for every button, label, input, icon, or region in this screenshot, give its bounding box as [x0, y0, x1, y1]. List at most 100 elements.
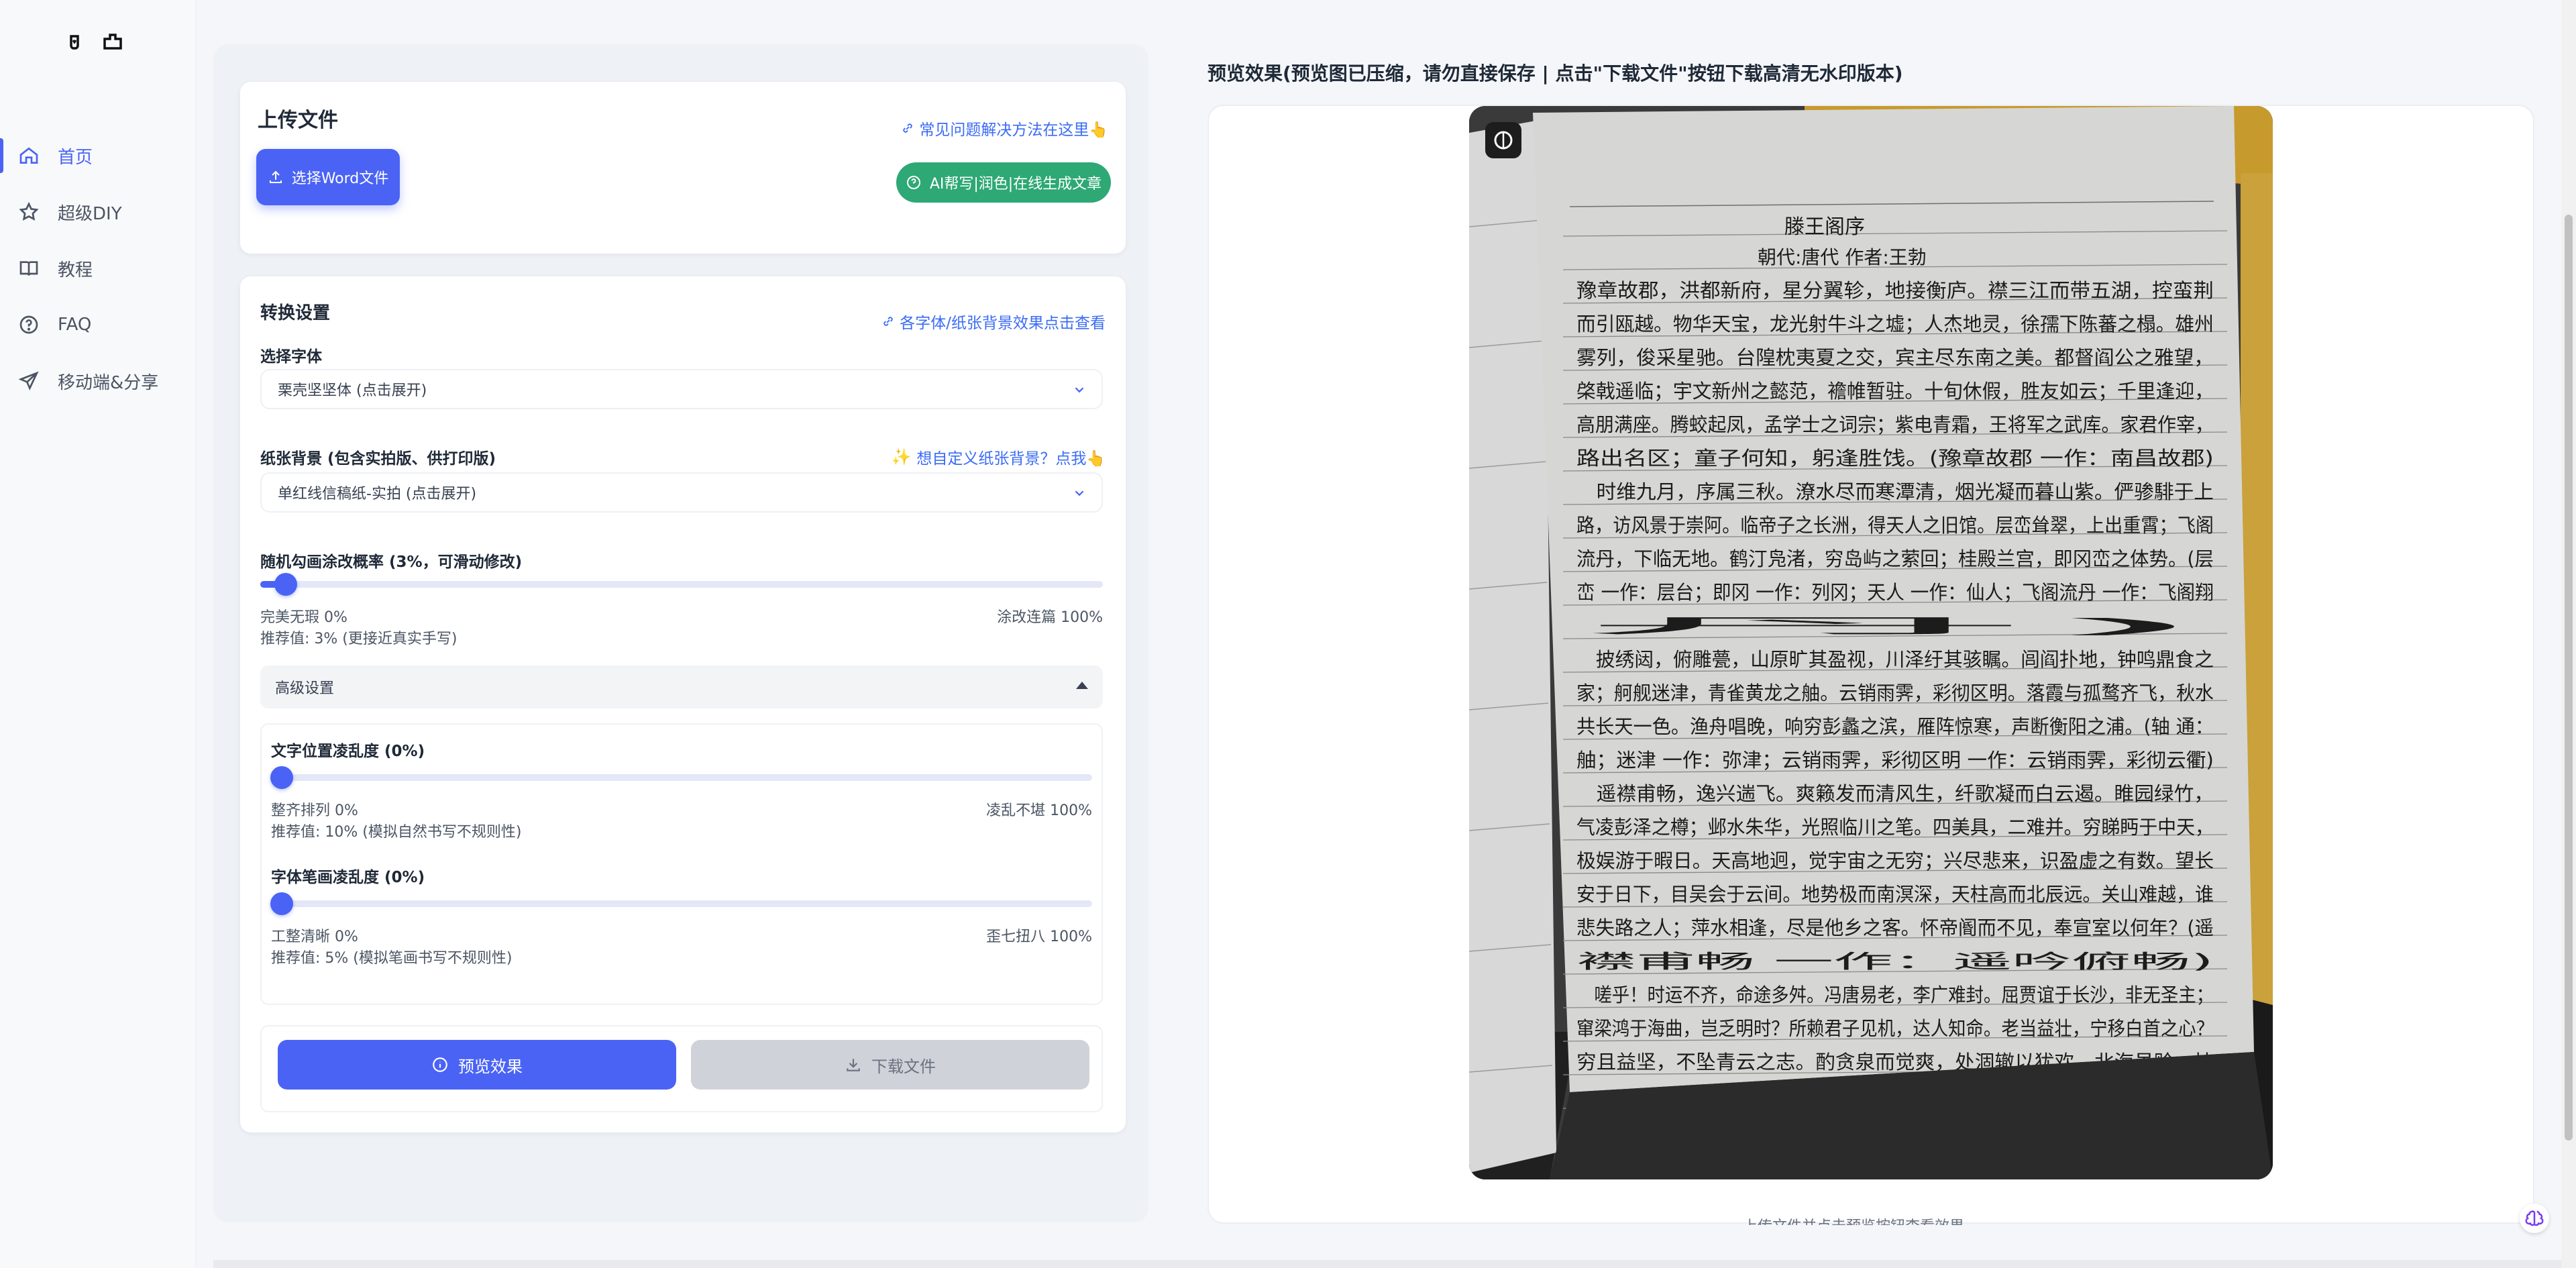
paper-select-value: 单红线信稿纸-实拍 (点击展开)	[278, 486, 477, 503]
sidebar-item-tutorial[interactable]: 教程	[0, 240, 196, 297]
custom-paper-link[interactable]: ✨ 想自定义纸张背景？点我👆	[891, 445, 1106, 468]
doc-text-line: 高朋满座。腾蛟起凤，孟学士之词宗；紫电青霜，王将军之武库。家君作宰，	[1576, 413, 2214, 436]
advanced-settings-panel: 文字位置凌乱度 (0%) 整齐排列 0% 凌乱不堪 100% 推荐值: 10% …	[260, 723, 1103, 1005]
book-icon	[17, 257, 40, 280]
caret-up-icon	[1076, 682, 1088, 689]
ai-write-button[interactable]: AI帮写|润色|在线生成文章	[896, 162, 1111, 203]
doc-text-line: 而引瓯越。物华天宝，龙光射牛斗之墟；人杰地灵，徐孺下陈蕃之榻。雄州	[1576, 313, 2214, 335]
upload-card: 上传文件 常见问题解决方法在这里👆 选择Word文件 AI帮写|润色|在线生成文…	[240, 82, 1126, 254]
logo[interactable]	[67, 28, 127, 55]
font-preview-label: 各字体/纸张背景效果点击查看	[900, 315, 1106, 332]
left-panel: 上传文件 常见问题解决方法在这里👆 选择Word文件 AI帮写|润色|在线生成文…	[213, 44, 1148, 1222]
ai-write-label: AI帮写|润色|在线生成文章	[929, 176, 1102, 193]
custom-paper-label: 想自定义纸张背景？点我👆	[916, 450, 1106, 468]
preview-panel: 滕王阁序朝代:唐代 作者:王勃豫章故郡，洪都新府，星分翼轸，地接衡庐。襟三江而带…	[1208, 105, 2534, 1224]
sidebar-item-label: FAQ	[58, 315, 92, 335]
link-icon	[903, 123, 913, 133]
doc-text-line: 披绣闼，俯雕甍，山原旷其盈视，川泽纡其骇瞩。闾阎扑地，钟鸣鼎食之	[1576, 648, 2214, 671]
position-label: 文字位置凌乱度 (0%)	[271, 743, 425, 760]
download-button[interactable]: 下载文件	[691, 1040, 1089, 1090]
chevron-down-icon	[1075, 490, 1084, 496]
doc-text-line: 窜梁鸿于海曲，岂乏明时？所赖君子见机，达人知命。老当益壮，宁移白首之心？	[1576, 1017, 2214, 1040]
scribble-slider[interactable]	[260, 573, 1103, 596]
doc-text-line: 路出名区；童子何知，躬逢胜饯。(豫章故郡 一作：南昌故郡)	[1576, 447, 2214, 470]
sidebar-item-label: 移动端&分享	[58, 372, 159, 393]
star-icon	[17, 201, 40, 223]
advanced-settings-toggle[interactable]: 高级设置	[260, 666, 1103, 708]
paper-select[interactable]: 单红线信稿纸-实拍 (点击展开)	[260, 472, 1103, 513]
position-recommend: 推荐值: 10% (模拟自然书写不规则性)	[271, 824, 522, 841]
faq-link-label: 常见问题解决方法在这里👆	[919, 121, 1108, 139]
font-preview-link[interactable]: 各字体/纸张背景效果点击查看	[881, 310, 1106, 333]
position-max-label: 凌乱不堪 100%	[986, 802, 1092, 819]
download-icon	[847, 1059, 860, 1071]
select-word-label: 选择Word文件	[291, 170, 389, 187]
doc-text-line: 极娱游于暇日。天高地迥，觉宇宙之无穷；兴尽悲来，识盈虚之有数。望长	[1576, 849, 2214, 872]
advanced-settings-label: 高级设置	[275, 680, 335, 697]
brain-icon	[2525, 1210, 2544, 1226]
doc-text-line: 共长天一色。渔舟唱晚，响穷彭蠡之滨，雁阵惊寒，声断衡阳之浦。(轴 通：	[1576, 715, 2214, 738]
sidebar-item-label: 超级DIY	[58, 203, 122, 224]
doc-text-line: 襟甫畅 一作：遥吟俯畅)	[1576, 950, 2214, 973]
slider-handle[interactable]	[270, 766, 293, 789]
upload-icon	[269, 170, 282, 183]
font-select[interactable]: 栗壳坚坚体 (点击展开)	[260, 369, 1103, 409]
doc-text-line: 流丹，下临无地。鹤汀凫渚，穷岛屿之萦回；桂殿兰宫，即冈峦之体势。(层	[1576, 547, 2214, 570]
chevron-down-icon	[1075, 387, 1084, 393]
doc-text-line: 遥襟甫畅，逸兴遄飞。爽籁发而清风生，纤歌凝而白云遏。睢园绿竹，	[1576, 782, 2214, 805]
position-slider[interactable]	[270, 766, 1092, 789]
select-word-button[interactable]: 选择Word文件	[256, 149, 400, 205]
doc-text-line: 峦 一作：层台；即冈 一作：列冈；天人 一作：仙人；飞阁流丹 一作：飞阁翔	[1576, 581, 2214, 604]
stroke-min-label: 工整清晰 0%	[271, 929, 358, 945]
doc-text-line: 路，访风景于崇阿。临帝子之长洲，得天人之旧馆。层峦耸翠，上出重霄；飞阁	[1576, 514, 2214, 537]
logo-icon-2	[103, 34, 122, 50]
sidebar: 首页 超级DIY 教程 FAQ 移动端&分享	[0, 0, 196, 1268]
preview-button[interactable]: 预览效果	[278, 1040, 676, 1090]
handwriting-photo: 滕王阁序朝代:唐代 作者:王勃豫章故郡，洪都新府，星分翼轸，地接衡庐。襟三江而带…	[1469, 106, 2273, 1179]
doc-text-line: 棨戟遥临；宇文新州之懿范，襜帷暂驻。十旬休假，胜友如云；千里逢迎，	[1576, 380, 2214, 403]
doc-text-line: 丹)	[1576, 615, 2214, 637]
stroke-recommend: 推荐值: 5% (模拟笔画书写不规则性)	[271, 950, 513, 967]
scrollbar-thumb[interactable]	[2565, 215, 2573, 1141]
sparkle-icon: ✨	[891, 447, 912, 466]
font-label: 选择字体	[260, 348, 322, 366]
doc-title: 滕王阁序	[1784, 215, 1865, 239]
horizontal-scrollbar[interactable]	[213, 1260, 2561, 1268]
page-scrollbar[interactable]	[2561, 0, 2576, 1268]
floating-assistant-button[interactable]	[2520, 1204, 2549, 1233]
send-icon	[17, 370, 40, 392]
position-min-label: 整齐排列 0%	[271, 802, 358, 819]
upload-title: 上传文件	[258, 109, 338, 132]
doc-text-line: 豫章故郡，洪都新府，星分翼轸，地接衡庐。襟三江而带五湖，控蛮荆	[1576, 279, 2214, 302]
sidebar-nav: 首页 超级DIY 教程 FAQ 移动端&分享	[0, 127, 196, 409]
settings-card: 转换设置 各字体/纸张背景效果点击查看 选择字体 栗壳坚坚体 (点击展开) 纸张…	[240, 276, 1126, 1132]
sidebar-item-faq[interactable]: FAQ	[0, 297, 196, 353]
scribble-recommend: 推荐值: 3% (更接近真实手写)	[260, 631, 458, 647]
paper-label: 纸张背景 (包含实拍版、供打印版)	[260, 450, 496, 468]
sidebar-item-label: 首页	[58, 147, 93, 168]
doc-subtitle: 朝代:唐代 作者:王勃	[1758, 246, 1927, 268]
slider-handle[interactable]	[270, 892, 293, 915]
slider-handle[interactable]	[274, 573, 297, 596]
preview-title: 预览效果(预览图已压缩，请勿直接保存 | 点击"下载文件"按钮下载高清无水印版本…	[1208, 62, 1903, 85]
scribble-label: 随机勾画涂改概率 (3%，可滑动修改)	[260, 553, 523, 571]
sidebar-item-mobile-share[interactable]: 移动端&分享	[0, 353, 196, 409]
doc-text-line: 雾列，俊采星驰。台隍枕夷夏之交，宾主尽东南之美。都督阎公之雅望，	[1576, 346, 2214, 369]
doc-text-line: 舳；迷津 一作：弥津；云销雨霁，彩彻区明 一作：云销雨霁，彩彻云衢)	[1576, 749, 2214, 772]
logo-icon	[70, 35, 79, 50]
preview-button-label: 预览效果	[458, 1057, 523, 1076]
stroke-slider[interactable]	[270, 892, 1092, 915]
stroke-max-label: 歪七扭八 100%	[986, 929, 1092, 945]
question-circle-icon	[906, 176, 920, 189]
settings-title: 转换设置	[260, 303, 331, 323]
sidebar-item-home[interactable]: 首页	[0, 127, 196, 184]
sidebar-item-diy[interactable]: 超级DIY	[0, 184, 196, 240]
doc-text-line: 悲失路之人；萍水相逢，尽是他乡之客。怀帝阍而不见，奉宣室以何年？(遥	[1576, 916, 2214, 939]
faq-link[interactable]: 常见问题解决方法在这里👆	[900, 117, 1108, 140]
sidebar-item-label: 教程	[58, 260, 93, 280]
preview-image: 滕王阁序朝代:唐代 作者:王勃豫章故郡，洪都新府，星分翼轸，地接衡庐。襟三江而带…	[1469, 106, 2273, 1179]
scribble-min-label: 完美无瑕 0%	[260, 609, 347, 626]
doc-text-line: 时维九月，序属三秋。潦水尽而寒潭清，烟光凝而暮山紫。俨骖騑于上	[1576, 480, 2214, 503]
question-icon	[17, 313, 40, 336]
doc-text-line: 安于日下，目吴会于云间。地势极而南溟深，天柱高而北辰远。关山难越，谁	[1576, 883, 2214, 906]
